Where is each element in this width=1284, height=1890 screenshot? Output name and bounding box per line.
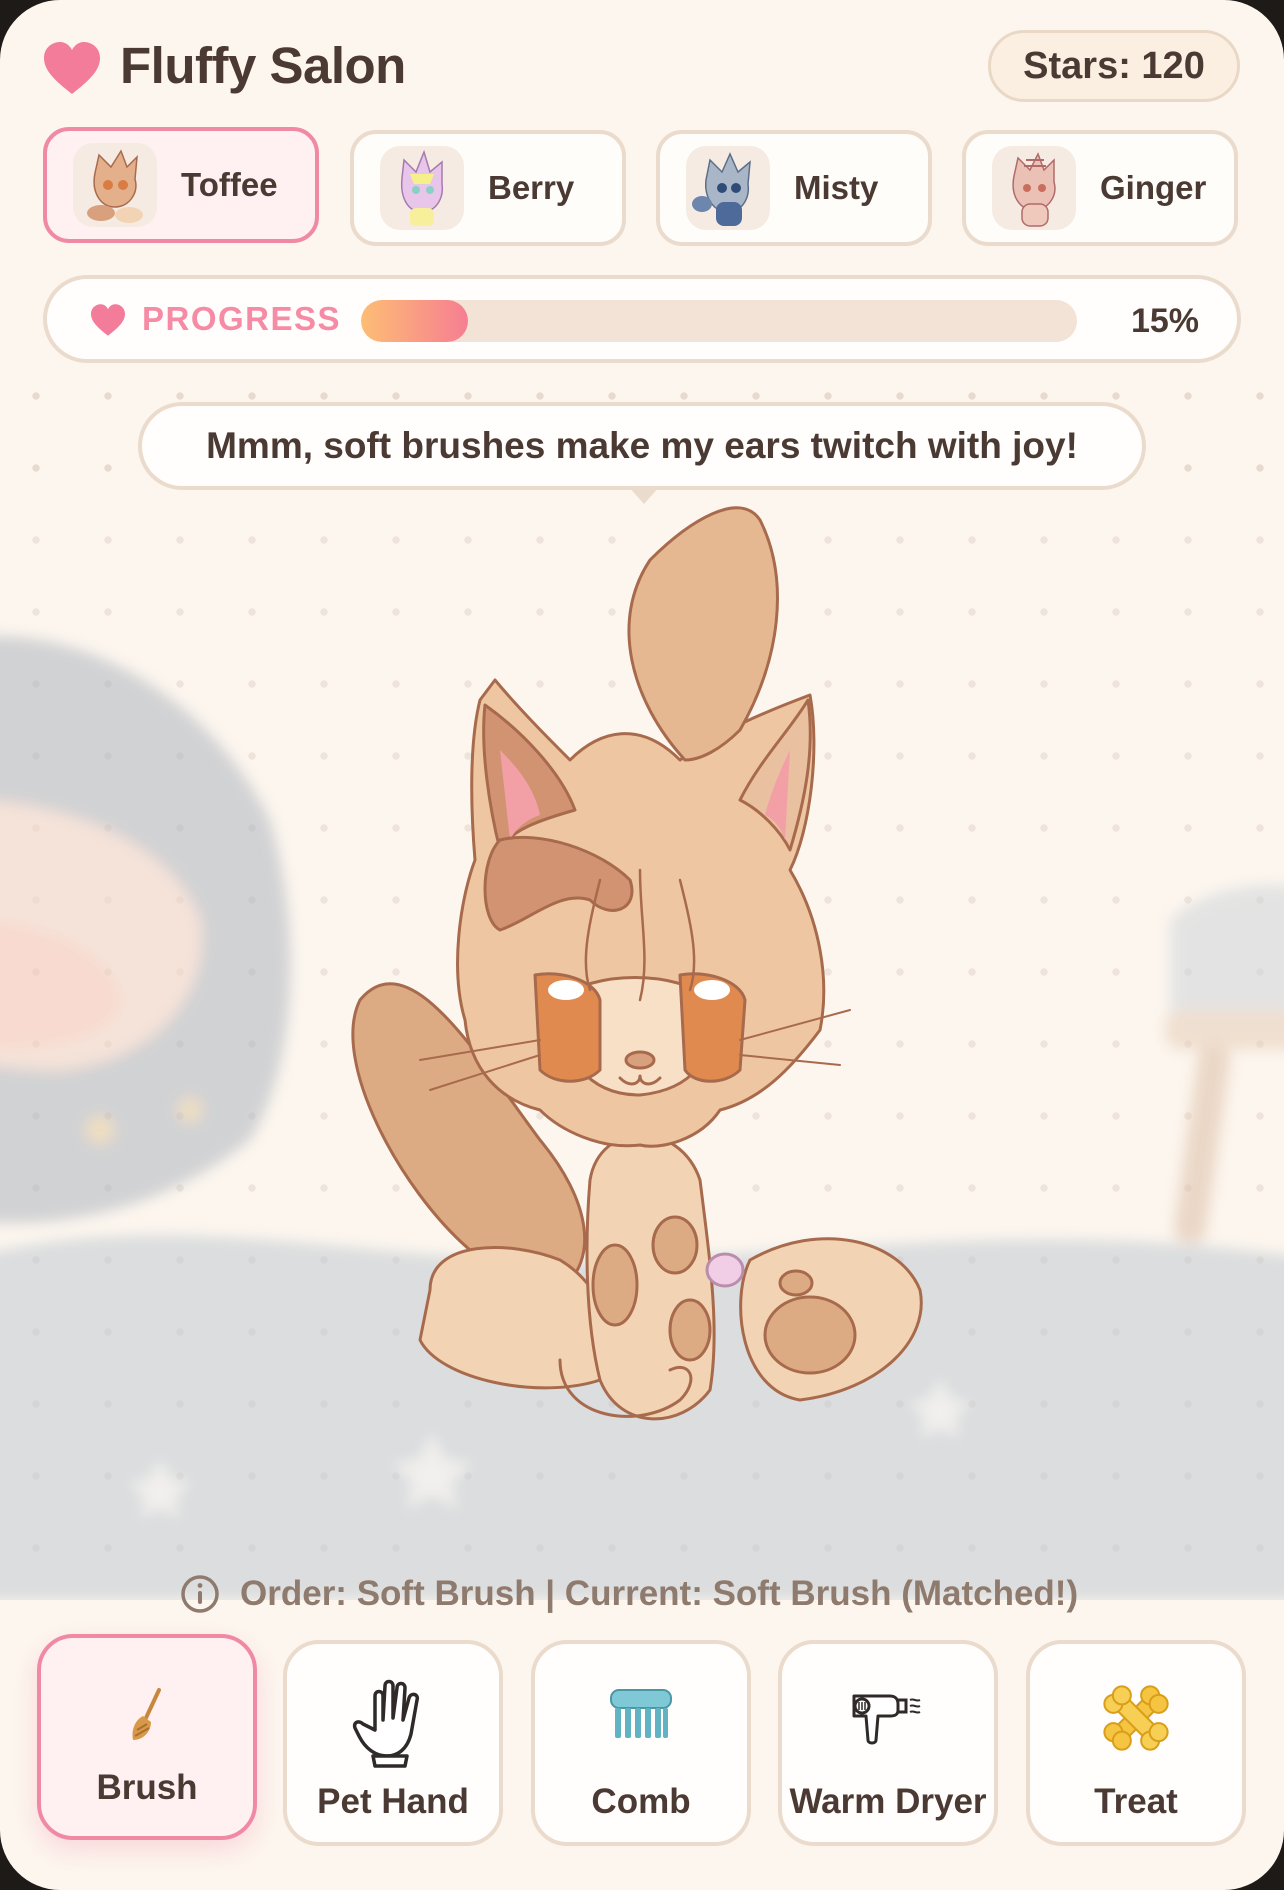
ginger-avatar <box>992 146 1076 230</box>
tool-label: Comb <box>591 1782 691 1821</box>
hand-icon <box>352 1679 420 1768</box>
speech-bubble-tail <box>628 486 660 504</box>
order-status: Order: Soft Brush | Current: Soft Brush … <box>180 1570 1078 1618</box>
header: Fluffy Salon Stars: 120 <box>0 0 1284 120</box>
progress-fill <box>361 300 469 342</box>
treat-icon <box>1103 1685 1169 1751</box>
progress-percent: 15% <box>1130 302 1199 340</box>
pet-tab-toffee[interactable]: Toffee <box>43 127 319 243</box>
progress-card: PROGRESS 15% <box>43 275 1241 363</box>
progress-label: PROGRESS <box>142 300 342 337</box>
tool-treat-button[interactable]: Treat <box>1026 1640 1246 1846</box>
heart-icon <box>91 304 125 336</box>
pet-name: Toffee <box>181 166 278 203</box>
tool-label: Warm Dryer <box>789 1782 987 1821</box>
tool-brush-button[interactable]: Brush <box>37 1634 257 1840</box>
stars-counter: Stars: 120 <box>988 30 1240 102</box>
pet-name: Berry <box>488 169 575 206</box>
pet-name: Ginger <box>1100 169 1207 206</box>
progress-bar <box>361 300 1077 342</box>
speech-bubble: Mmm, soft brushes make my ears twitch wi… <box>138 402 1146 490</box>
toffee-avatar <box>73 143 157 227</box>
info-icon <box>181 1575 219 1613</box>
order-text: Order: Soft Brush | Current: Soft Brush … <box>240 1574 1079 1613</box>
tool-warm-dryer-button[interactable]: Warm Dryer <box>778 1640 998 1846</box>
tool-label: Treat <box>1094 1782 1178 1821</box>
brush-icon <box>132 1688 161 1740</box>
pet-name: Misty <box>794 169 879 206</box>
berry-avatar <box>380 146 464 230</box>
tool-comb-button[interactable]: Comb <box>531 1640 751 1846</box>
pet-tab-misty[interactable]: Misty <box>656 130 932 246</box>
dryer-icon <box>852 1694 921 1745</box>
app-title: Fluffy Salon <box>120 37 406 94</box>
comb-icon <box>610 1689 672 1738</box>
heart-logo-icon <box>44 42 100 94</box>
tool-pet-hand-button[interactable]: Pet Hand <box>283 1640 503 1846</box>
game-screen: Fluffy Salon Stars: 120 Toffee Berry Mis… <box>0 0 1284 1890</box>
misty-avatar <box>686 146 770 230</box>
salon-scene <box>0 500 1284 1600</box>
pet-tab-berry[interactable]: Berry <box>350 130 626 246</box>
tool-label: Pet Hand <box>317 1782 469 1821</box>
pet-tab-ginger[interactable]: Ginger <box>962 130 1238 246</box>
tool-label: Brush <box>96 1768 198 1807</box>
